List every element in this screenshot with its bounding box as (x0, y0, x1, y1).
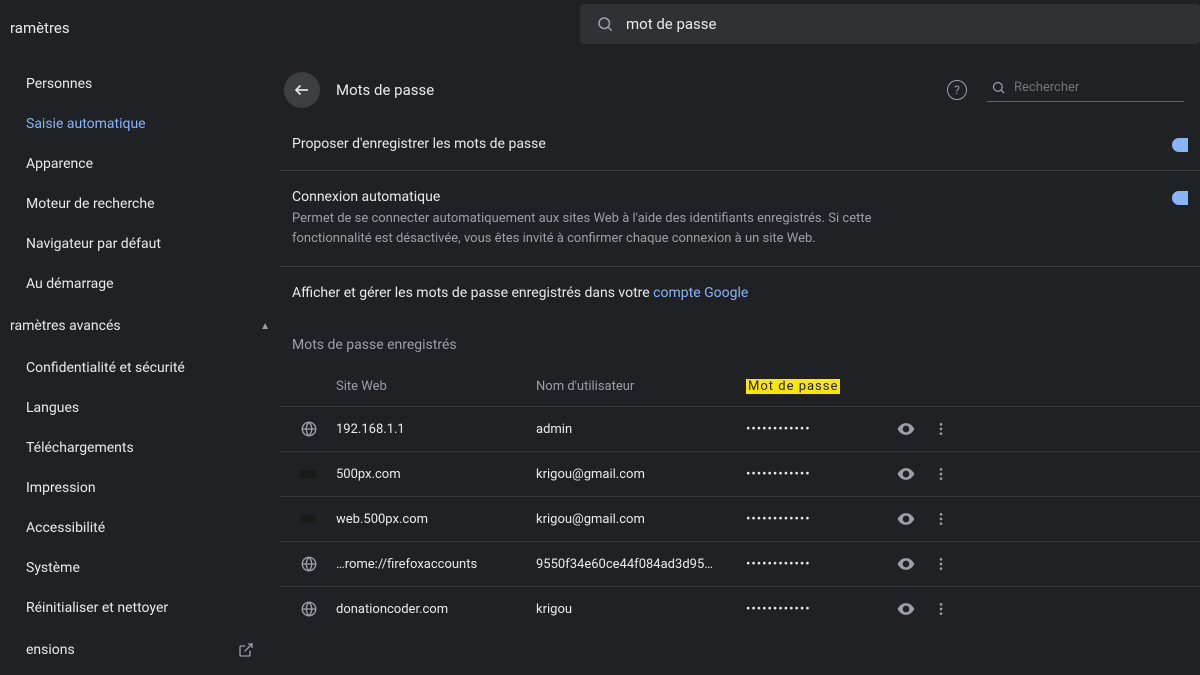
sidebar-item[interactable]: Réinitialiser et nettoyer (0, 588, 280, 628)
password-cell: •••••••••••• (746, 467, 886, 482)
back-button[interactable] (284, 72, 320, 108)
site-cell: 192.168.1.1 (336, 422, 536, 437)
sidebar-item[interactable]: Impression (0, 468, 280, 508)
site-favicon (300, 470, 316, 478)
sidebar-item[interactable]: Apparence (0, 144, 280, 184)
globe-icon (300, 420, 318, 438)
search-icon (991, 80, 1006, 95)
sidebar: PersonnesSaisie automatiqueApparenceMote… (0, 56, 280, 675)
advanced-header[interactable]: ramètres avancés ▲ (0, 304, 280, 348)
main-content: Mots de passe ? Proposer d'enregistrer l… (280, 56, 1200, 675)
site-cell: donationcoder.com (336, 602, 536, 617)
row-menu-button[interactable] (926, 421, 956, 437)
chevron-up-icon: ▲ (260, 321, 270, 332)
auto-signin-toggle[interactable] (1172, 191, 1188, 205)
show-password-button[interactable] (886, 554, 926, 574)
row-menu-button[interactable] (926, 466, 956, 482)
row-menu-button[interactable] (926, 556, 956, 572)
help-icon[interactable]: ? (947, 80, 967, 100)
sidebar-item[interactable]: Au démarrage (0, 264, 280, 304)
password-cell: •••••••••••• (746, 512, 886, 527)
google-account-row: Afficher et gérer les mots de passe enre… (280, 267, 1200, 319)
settings-search-input[interactable] (626, 15, 1184, 33)
auto-signin-section: Connexion automatique Permet de se conne… (280, 171, 1200, 267)
extensions-label: ensions (26, 642, 75, 658)
open-in-new-icon (238, 642, 254, 658)
page-title: Mots de passe (336, 81, 947, 99)
column-site: Site Web (336, 379, 536, 394)
sidebar-item[interactable]: Saisie automatique (0, 104, 280, 144)
settings-search[interactable] (580, 4, 1200, 44)
table-header: Site Web Nom d'utilisateur Mot de passe (280, 367, 1200, 406)
site-favicon (300, 515, 316, 523)
password-row[interactable]: donationcoder.comkrigou•••••••••••• (280, 586, 1200, 631)
sidebar-item[interactable]: Langues (0, 388, 280, 428)
password-cell: •••••••••••• (746, 557, 886, 572)
username-cell: krigou@gmail.com (536, 467, 746, 482)
passwords-search[interactable] (987, 78, 1184, 102)
column-user: Nom d'utilisateur (536, 379, 746, 394)
column-password: Mot de passe (746, 379, 840, 394)
auto-signin-desc: Permet de se connecter automatiquement a… (292, 209, 872, 248)
page-header: Mots de passe ? (280, 72, 1200, 118)
top-bar: ramètres (0, 0, 1200, 56)
sidebar-item[interactable]: Personnes (0, 64, 280, 104)
extensions-link[interactable]: ensions (0, 628, 280, 672)
passwords-search-input[interactable] (1014, 80, 1180, 95)
sidebar-item[interactable]: Moteur de recherche (0, 184, 280, 224)
sidebar-item[interactable]: Accessibilité (0, 508, 280, 548)
app-title: ramètres (0, 19, 280, 37)
show-password-button[interactable] (886, 599, 926, 619)
username-cell: 9550f34e60ce44f084ad3d95… (536, 557, 746, 572)
google-link-prefix: Afficher et gérer les mots de passe enre… (292, 285, 653, 301)
sidebar-item[interactable]: Navigateur par défaut (0, 224, 280, 264)
password-cell: •••••••••••• (746, 422, 886, 437)
offer-save-section: Proposer d'enregistrer les mots de passe (280, 118, 1200, 171)
sidebar-item[interactable]: Confidentialité et sécurité (0, 348, 280, 388)
show-password-button[interactable] (886, 419, 926, 439)
password-row[interactable]: web.500px.comkrigou@gmail.com•••••••••••… (280, 496, 1200, 541)
sidebar-item[interactable]: Système (0, 548, 280, 588)
site-cell: 500px.com (336, 467, 536, 482)
row-menu-button[interactable] (926, 511, 956, 527)
site-cell: web.500px.com (336, 512, 536, 527)
saved-passwords-header: Mots de passe enregistrés (280, 319, 1200, 367)
offer-save-toggle[interactable] (1172, 138, 1188, 152)
password-row[interactable]: …rome://firefoxaccounts9550f34e60ce44f08… (280, 541, 1200, 586)
show-password-button[interactable] (886, 509, 926, 529)
auto-signin-title: Connexion automatique (292, 189, 1172, 205)
password-cell: •••••••••••• (746, 602, 886, 617)
advanced-header-label: ramètres avancés (10, 318, 121, 334)
username-cell: admin (536, 422, 746, 437)
globe-icon (300, 600, 318, 618)
show-password-button[interactable] (886, 464, 926, 484)
sidebar-item[interactable]: Téléchargements (0, 428, 280, 468)
search-icon (596, 15, 614, 33)
row-menu-button[interactable] (926, 601, 956, 617)
username-cell: krigou (536, 602, 746, 617)
google-account-link[interactable]: compte Google (653, 285, 748, 301)
password-row[interactable]: 192.168.1.1admin•••••••••••• (280, 406, 1200, 451)
username-cell: krigou@gmail.com (536, 512, 746, 527)
globe-icon (300, 555, 318, 573)
password-row[interactable]: 500px.comkrigou@gmail.com•••••••••••• (280, 451, 1200, 496)
site-cell: …rome://firefoxaccounts (336, 557, 536, 572)
offer-save-title: Proposer d'enregistrer les mots de passe (292, 136, 1172, 152)
